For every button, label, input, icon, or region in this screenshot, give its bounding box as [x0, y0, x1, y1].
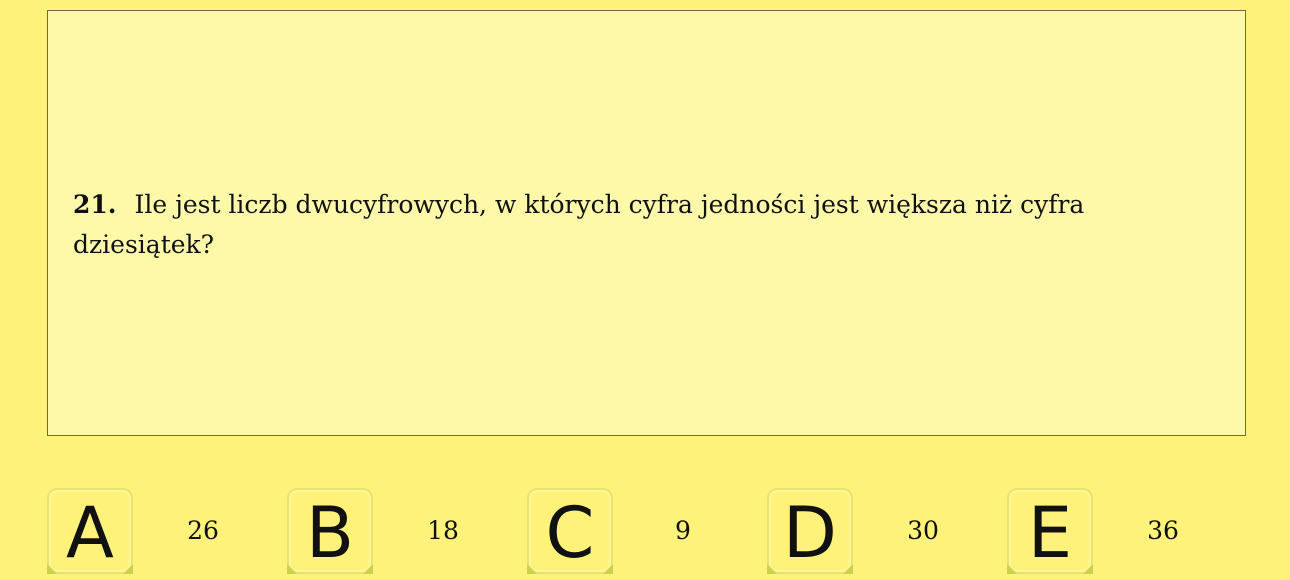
answer-value-e: 36 — [1147, 516, 1179, 545]
answer-value-a: 26 — [187, 516, 219, 545]
answer-letter-b: B — [305, 492, 355, 574]
answer-letter-d: D — [783, 492, 837, 574]
answer-option-c[interactable]: C 9 — [527, 488, 747, 574]
answer-letter-a: A — [66, 492, 114, 574]
answer-option-a[interactable]: A 26 — [47, 488, 267, 574]
answer-letter-c: C — [545, 492, 595, 574]
answer-value-b: 18 — [427, 516, 459, 545]
answer-button-a[interactable]: A — [47, 488, 133, 574]
answer-button-e[interactable]: E — [1007, 488, 1093, 574]
question-text: Ile jest liczb dwucyfrowych, w których c… — [73, 190, 1085, 259]
question-text-block: 21. Ile jest liczb dwucyfrowych, w który… — [73, 185, 1223, 265]
answer-button-d[interactable]: D — [767, 488, 853, 574]
answer-button-c[interactable]: C — [527, 488, 613, 574]
answer-value-d: 30 — [907, 516, 939, 545]
answer-options: A 26 B 18 C 9 D 30 E 36 — [47, 488, 1246, 574]
question-panel: 21. Ile jest liczb dwucyfrowych, w który… — [47, 10, 1246, 436]
answer-value-c: 9 — [675, 516, 691, 545]
answer-letter-e: E — [1027, 492, 1073, 574]
answer-option-e[interactable]: E 36 — [1007, 488, 1227, 574]
question-number: 21. — [73, 190, 117, 219]
answer-option-d[interactable]: D 30 — [767, 488, 987, 574]
top-cropped-heading — [380, 0, 470, 6]
answer-button-b[interactable]: B — [287, 488, 373, 574]
answer-option-b[interactable]: B 18 — [287, 488, 507, 574]
